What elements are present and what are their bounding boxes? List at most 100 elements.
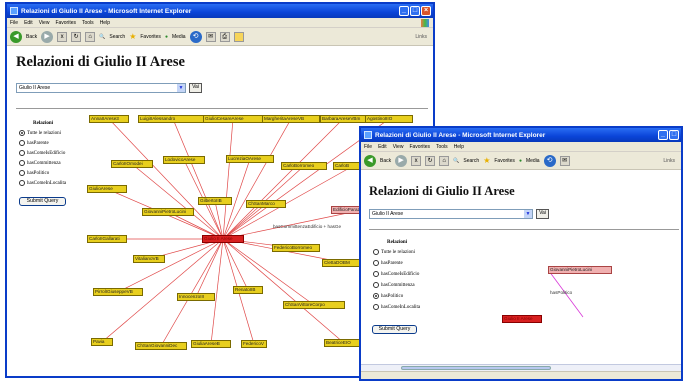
graph-node[interactable]: MargheritaAreseVB <box>262 115 320 123</box>
graph-node[interactable]: GiuliaAreseB <box>191 340 231 348</box>
scrollbar-thumb[interactable] <box>401 366 551 370</box>
home-icon[interactable]: ⌂ <box>85 31 96 42</box>
favorites-star-icon[interactable]: ★ <box>129 32 136 41</box>
graph-edge <box>222 118 292 240</box>
media-button[interactable]: Media <box>172 34 186 40</box>
menu-file[interactable]: File <box>10 20 18 26</box>
mail-icon[interactable]: ✉ <box>559 155 570 166</box>
toolbar: ◀ Back ▶ x ↻ ⌂ 🔍 Search ★ Favorites ● Me… <box>7 28 433 46</box>
menu-bar: File Edit View Favorites Tools Help <box>7 18 433 28</box>
menu-edit[interactable]: Edit <box>24 20 33 26</box>
graph-node[interactable]: AgostinoIIIO <box>365 115 413 123</box>
graph-node[interactable]: CarloIIOmodei <box>111 160 153 168</box>
back-button[interactable]: Back <box>26 34 37 40</box>
home-icon[interactable]: ⌂ <box>439 155 450 166</box>
back-icon[interactable]: ◀ <box>364 154 376 167</box>
history-icon[interactable]: ⟲ <box>543 154 556 167</box>
graph-node[interactable]: LucreziaOArese <box>226 155 274 163</box>
graph-node[interactable]: RenatoIIB <box>233 286 263 294</box>
ie-icon <box>10 7 18 15</box>
graph-node-center[interactable]: Giulio II Arese <box>202 235 244 243</box>
graph-node[interactable]: AnnaIIArese3 <box>89 115 129 123</box>
media-icon[interactable]: ● <box>165 34 168 40</box>
menu-help[interactable]: Help <box>454 144 464 150</box>
menu-view[interactable]: View <box>393 144 404 150</box>
status-bar <box>361 371 681 379</box>
favorites-button[interactable]: Favorites <box>140 34 161 40</box>
maximize-button[interactable]: □ <box>669 130 679 140</box>
windows-flag-icon <box>421 19 429 27</box>
forward-icon[interactable]: ▶ <box>41 30 54 43</box>
menu-tools[interactable]: Tools <box>436 144 448 150</box>
graph-node[interactable]: FedericoV <box>241 340 267 348</box>
mail-icon[interactable]: ✉ <box>205 31 216 42</box>
history-icon[interactable]: ⟲ <box>189 30 202 43</box>
back-button[interactable]: Back <box>380 158 391 164</box>
graph-node[interactable]: VitalianoVB <box>133 255 165 263</box>
graph-node[interactable]: ChSanVittoreCorpo <box>283 301 345 309</box>
graph-node[interactable]: InnocenzoIII <box>177 293 215 301</box>
graph-node[interactable]: GilbertoIIB <box>198 197 232 205</box>
search-button[interactable]: Search <box>463 158 479 164</box>
minimize-button[interactable]: _ <box>399 6 409 16</box>
graph-node[interactable]: CarloBorromeo <box>281 162 327 170</box>
graph-edge <box>222 118 234 240</box>
search-icon[interactable]: 🔍 <box>99 34 105 40</box>
node-center[interactable]: Giulio II Arese <box>502 315 542 323</box>
back-icon[interactable]: ◀ <box>10 30 22 43</box>
graph-node[interactable]: ChSanMarco <box>246 200 286 208</box>
stop-icon[interactable]: x <box>411 155 422 166</box>
links-label[interactable]: Links <box>415 34 427 40</box>
menu-bar: File Edit View Favorites Tools Help <box>361 142 681 152</box>
minimize-button[interactable]: _ <box>658 130 668 140</box>
graph-node[interactable]: BeatriceEIO <box>324 339 364 347</box>
refresh-icon[interactable]: ↻ <box>71 31 82 42</box>
window-title: Relazioni di Giulio II Arese - Microsoft… <box>375 131 546 139</box>
favorites-button[interactable]: Favorites <box>494 158 515 164</box>
graph-edge <box>108 118 224 240</box>
page-content: Relazioni di Giulio II Arese Giulio II A… <box>361 172 681 379</box>
graph-node[interactable]: LuigiIIAlessandro <box>138 115 208 123</box>
favorites-star-icon[interactable]: ★ <box>483 156 490 165</box>
graph-node[interactable]: GiulioCesareArese <box>203 115 263 123</box>
graph-node[interactable]: LodovicoArese <box>163 156 205 164</box>
title-bar[interactable]: Relazioni di Giulio II Arese - Microsoft… <box>7 4 433 18</box>
graph-node[interactable]: ChSanGiovanniDec <box>135 342 187 350</box>
maximize-button[interactable]: □ <box>410 6 420 16</box>
window-title: Relazioni di Giulio II Arese - Microsoft… <box>21 7 192 15</box>
media-button[interactable]: Media <box>526 158 540 164</box>
print-icon[interactable]: ⎙ <box>219 31 230 42</box>
folder-icon[interactable] <box>233 31 244 42</box>
search-icon[interactable]: 🔍 <box>453 158 459 164</box>
node-top[interactable]: GiovanniPietroLucini <box>548 266 612 274</box>
menu-view[interactable]: View <box>39 20 50 26</box>
media-icon[interactable]: ● <box>519 158 522 164</box>
graph-node[interactable]: BarbaraAreseVBm <box>320 115 366 123</box>
toolbar: ◀ Back ▶ x ↻ ⌂ 🔍 Search ★ Favorites ● Me… <box>361 152 681 170</box>
graph-node[interactable]: FedericoBorromeo <box>272 244 320 252</box>
menu-favorites[interactable]: Favorites <box>55 20 76 26</box>
menu-file[interactable]: File <box>364 144 372 150</box>
menu-favorites[interactable]: Favorites <box>409 144 430 150</box>
links-label[interactable]: Links <box>663 158 675 164</box>
horizontal-scrollbar[interactable] <box>361 364 681 371</box>
menu-edit[interactable]: Edit <box>378 144 387 150</box>
search-button[interactable]: Search <box>109 34 125 40</box>
edge-label: hasPolitico <box>550 290 573 295</box>
graph-edge <box>195 238 224 298</box>
graph-node[interactable]: Pavia <box>91 338 113 346</box>
stop-icon[interactable]: x <box>57 31 68 42</box>
graph-node[interactable]: CarloIIGallarati <box>87 235 127 243</box>
graph-edge <box>210 238 224 345</box>
close-button[interactable]: × <box>421 6 431 16</box>
graph-node[interactable]: GiovanniPietroLucini <box>142 208 194 216</box>
forward-icon[interactable]: ▶ <box>395 154 408 167</box>
refresh-icon[interactable]: ↻ <box>425 155 436 166</box>
edge-label: basCommittenzaEdificio + hasGe <box>273 224 342 229</box>
menu-help[interactable]: Help <box>100 20 110 26</box>
menu-tools[interactable]: Tools <box>82 20 94 26</box>
title-bar[interactable]: Relazioni di Giulio II Arese - Microsoft… <box>361 128 681 142</box>
graph-node[interactable]: GiulioArese <box>87 185 127 193</box>
graph-node[interactable]: PirrolIGiuseppeVB <box>93 288 143 296</box>
relations-graph <box>548 270 584 318</box>
